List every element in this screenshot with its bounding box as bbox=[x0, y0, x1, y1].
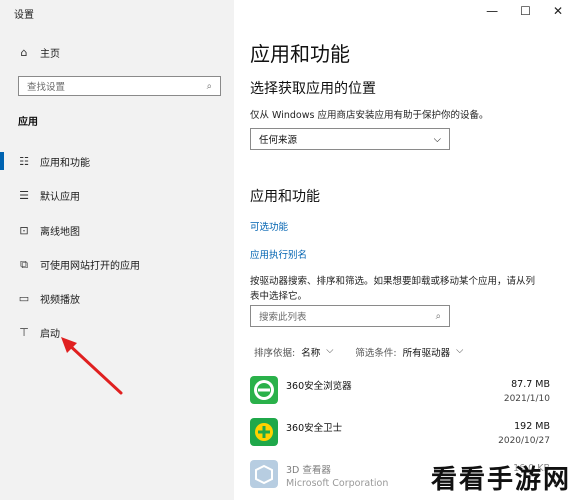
home-icon: ⌂ bbox=[20, 46, 28, 59]
security-360-icon bbox=[250, 418, 278, 446]
3d-viewer-icon bbox=[250, 460, 278, 488]
watermark-text: 看看手游网 bbox=[430, 465, 571, 495]
list-item[interactable]: 360安全浏览器 87.7 MB 2021/1/10 bbox=[250, 376, 550, 412]
app-execution-aliases-link[interactable]: 应用执行别名 bbox=[250, 247, 307, 261]
section-label: 应用 bbox=[18, 117, 38, 128]
maximize-button[interactable]: ☐ bbox=[520, 4, 531, 18]
sidebar-item-offline-maps[interactable]: ⊡ 离线地图 bbox=[16, 223, 80, 238]
window-controls: — ☐ ✕ bbox=[486, 4, 563, 18]
sort-label: 排序依据: bbox=[254, 348, 296, 359]
settings-sidebar: 设置 ⌂ 主页 查找设置 ⌕ 应用 ☷ 应用和功能 ☰ 默认应用 ⊡ 离线地图 … bbox=[0, 0, 234, 500]
sidebar-item-default-apps[interactable]: ☰ 默认应用 bbox=[16, 188, 80, 203]
search-icon: ⌕ bbox=[435, 310, 441, 322]
sidebar-item-video-playback[interactable]: ▭ 视频播放 bbox=[16, 291, 80, 306]
apps-features-icon: ☷ bbox=[19, 155, 29, 168]
chevron-down-icon: ⌵ bbox=[456, 345, 464, 356]
optional-features-link[interactable]: 可选功能 bbox=[250, 219, 288, 233]
sidebar-item-label: 应用和功能 bbox=[40, 158, 90, 169]
red-arrow-annotation bbox=[61, 337, 123, 395]
search-icon: ⌕ bbox=[206, 80, 212, 92]
choose-text: 仅从 Windows 应用商店安装应用有助于保护你的设备。 bbox=[250, 110, 489, 121]
sort-filter-row: 排序依据: 名称 ⌵ 筛选条件: 所有驱动器 ⌵ bbox=[254, 345, 463, 359]
page-title: 应用和功能 bbox=[250, 42, 350, 66]
sidebar-item-label: 主页 bbox=[40, 49, 60, 60]
window-title: 设置 bbox=[14, 10, 34, 21]
main-content: — ☐ ✕ 应用和功能 选择获取应用的位置 仅从 Windows 应用商店安装应… bbox=[234, 0, 579, 500]
sidebar-item-label: 可使用网站打开的应用 bbox=[40, 261, 140, 272]
sidebar-item-home[interactable]: ⌂ 主页 bbox=[16, 45, 61, 60]
app-list-search-input[interactable]: 搜索此列表 ⌕ bbox=[250, 305, 450, 327]
section-heading: 应用和功能 bbox=[250, 189, 320, 205]
sidebar-item-startup[interactable]: ⊤ 启动 bbox=[16, 325, 60, 340]
sidebar-item-apps-features[interactable]: ☷ 应用和功能 bbox=[16, 154, 90, 169]
description-line-2: 表中选择它。 bbox=[250, 291, 308, 302]
app-source-dropdown[interactable]: 任何来源 ⌵ bbox=[250, 128, 450, 150]
choose-heading: 选择获取应用的位置 bbox=[250, 81, 376, 97]
sort-dropdown[interactable]: 名称 bbox=[301, 345, 320, 359]
default-apps-icon: ☰ bbox=[19, 189, 29, 202]
selected-indicator bbox=[0, 152, 4, 170]
apps-for-websites-icon: ⧉ bbox=[20, 257, 28, 271]
sidebar-item-label: 默认应用 bbox=[40, 192, 80, 203]
description-line-1: 按驱动器搜索、排序和筛选。如果想要卸载或移动某个应用，请从列 bbox=[250, 276, 536, 287]
minimize-button[interactable]: — bbox=[486, 4, 498, 18]
video-playback-icon: ▭ bbox=[18, 292, 30, 305]
chevron-down-icon: ⌵ bbox=[326, 345, 334, 356]
sidebar-item-label: 视频播放 bbox=[40, 295, 80, 306]
filter-label: 筛选条件: bbox=[355, 348, 397, 359]
list-item[interactable]: 360安全卫士 192 MB 2020/10/27 bbox=[250, 418, 550, 454]
browser-360-icon bbox=[250, 376, 278, 404]
startup-icon: ⊤ bbox=[19, 326, 29, 339]
settings-search-input[interactable]: 查找设置 ⌕ bbox=[18, 76, 221, 96]
sidebar-item-label: 离线地图 bbox=[40, 227, 80, 238]
sidebar-item-apps-for-websites[interactable]: ⧉ 可使用网站打开的应用 bbox=[16, 257, 140, 273]
filter-dropdown[interactable]: 所有驱动器 bbox=[403, 345, 451, 359]
close-button[interactable]: ✕ bbox=[553, 4, 563, 18]
chevron-down-icon: ⌵ bbox=[433, 133, 441, 145]
offline-maps-icon: ⊡ bbox=[19, 224, 29, 237]
